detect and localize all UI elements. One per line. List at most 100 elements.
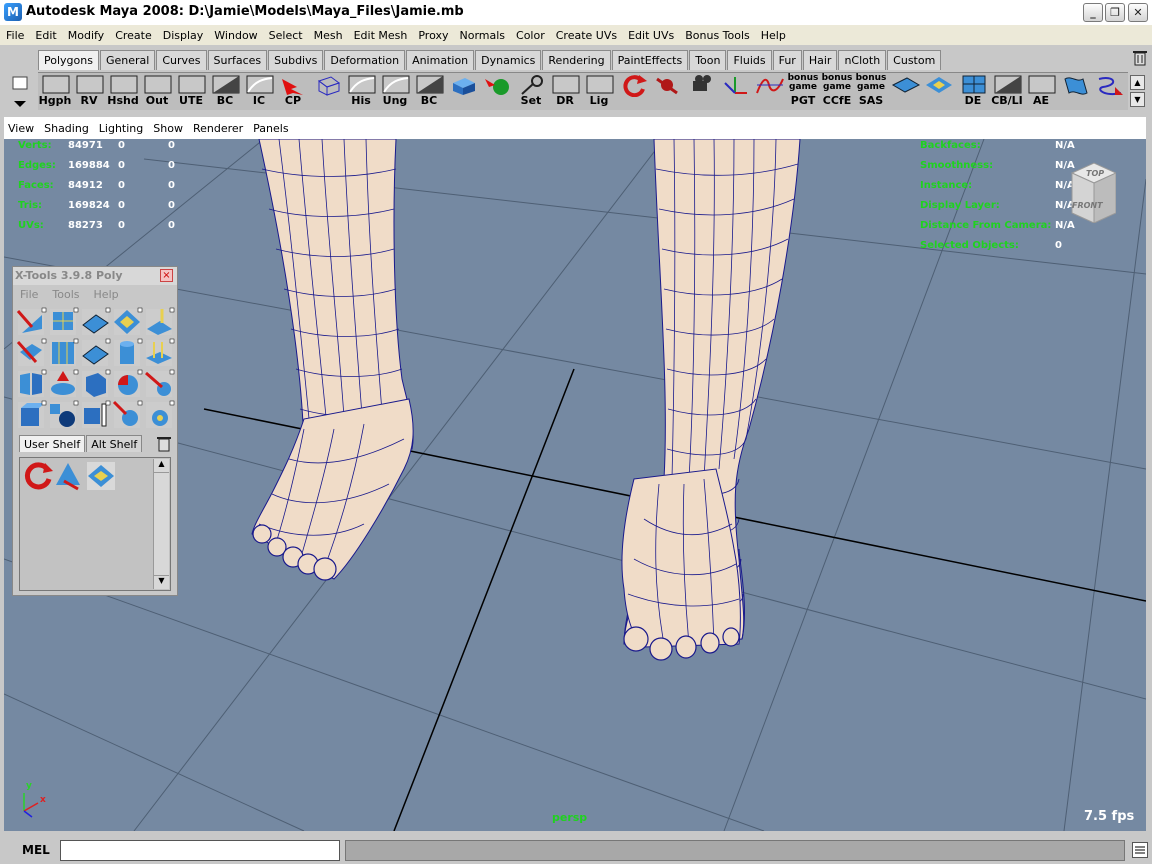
shelf-button-ic[interactable]: IC <box>242 73 276 109</box>
blue-cylinder-icon[interactable] <box>112 338 143 368</box>
menu-normals[interactable]: Normals <box>459 29 505 42</box>
menu-edit[interactable]: Edit <box>35 29 56 42</box>
shelf-tab-toon[interactable]: Toon <box>689 50 727 70</box>
menu-edit-uvs[interactable]: Edit UVs <box>628 29 674 42</box>
menu-window[interactable]: Window <box>214 29 257 42</box>
red-extrude-icon[interactable] <box>48 369 79 399</box>
shelf-button-red-joint[interactable] <box>650 73 684 109</box>
shelf-tab-ncloth[interactable]: nCloth <box>838 50 887 70</box>
blue-sphere-icon[interactable] <box>48 400 79 430</box>
shelf-button-red-rotate[interactable] <box>616 73 650 109</box>
shelf-uv-grid-icon[interactable] <box>86 461 116 491</box>
blue-mirror-icon[interactable] <box>16 369 47 399</box>
menu-create[interactable]: Create <box>115 29 152 42</box>
shelf-tab-painteffects[interactable]: PaintEffects <box>611 50 689 70</box>
xtools-close-button[interactable]: × <box>160 269 173 282</box>
shelf-button-ung[interactable]: Ung <box>378 73 412 109</box>
menu-mesh[interactable]: Mesh <box>314 29 343 42</box>
shelf-button-hshd[interactable]: Hshd <box>106 73 140 109</box>
blue-cube-icon[interactable] <box>16 400 47 430</box>
blue-grid-icon[interactable] <box>48 338 79 368</box>
panel-menu-renderer[interactable]: Renderer <box>193 122 243 135</box>
blue-bevel-icon[interactable] <box>80 369 111 399</box>
menu-edit-mesh[interactable]: Edit Mesh <box>354 29 408 42</box>
shelf-button-rv[interactable]: RV <box>72 73 106 109</box>
menu-bonus-tools[interactable]: Bonus Tools <box>685 29 750 42</box>
panel-menu-shading[interactable]: Shading <box>44 122 89 135</box>
shelf-button-bc[interactable]: BC <box>412 73 446 109</box>
shelf-button-sas[interactable]: bonus game SAS <box>854 73 888 109</box>
shelf-tab-rendering[interactable]: Rendering <box>542 50 611 70</box>
panel-menu-view[interactable]: View <box>8 122 34 135</box>
menu-proxy[interactable]: Proxy <box>418 29 448 42</box>
shelf-tab-fur[interactable]: Fur <box>772 50 802 70</box>
shelf-tab-polygons[interactable]: Polygons <box>38 50 99 70</box>
menu-file[interactable]: File <box>6 29 24 42</box>
shelf-tab-subdivs[interactable]: Subdivs <box>268 50 324 70</box>
shelf-tab-animation[interactable]: Animation <box>406 50 475 70</box>
shelf-button-cbli[interactable]: CB/LI <box>990 73 1024 109</box>
scissors-icon[interactable] <box>144 369 175 399</box>
shelf-button-pgt[interactable]: bonus game PGT <box>786 73 820 109</box>
xtools-shelf-scrollbar[interactable]: ▲ ▼ <box>153 459 169 589</box>
shelf-tab-general[interactable]: General <box>99 50 156 70</box>
shelf-tab-hair[interactable]: Hair <box>802 50 838 70</box>
shelf-button-graph[interactable] <box>752 73 786 109</box>
xtools-tab-user-shelf[interactable]: User Shelf <box>19 435 86 452</box>
multi-tool-icon[interactable] <box>16 307 47 337</box>
shelf-button-blue-cloth[interactable] <box>1058 73 1092 109</box>
shelf-button-lig[interactable]: Lig <box>582 73 616 109</box>
blue-knife-icon[interactable] <box>80 400 111 430</box>
maximize-button[interactable]: ❐ <box>1105 3 1125 22</box>
mel-command-input[interactable] <box>60 840 340 861</box>
uv-grid-icon[interactable] <box>112 307 143 337</box>
script-editor-icon[interactable] <box>1132 842 1148 858</box>
panel-menu-lighting[interactable]: Lighting <box>99 122 143 135</box>
shelf-tab-custom[interactable]: Custom <box>887 50 942 70</box>
menu-color[interactable]: Color <box>516 29 545 42</box>
shelf-button-blue-cube[interactable] <box>446 73 480 109</box>
menu-display[interactable]: Display <box>163 29 204 42</box>
shelf-button-hgph[interactable]: Hgph <box>38 73 72 109</box>
shelf-tab-dynamics[interactable]: Dynamics <box>475 50 542 70</box>
uv-select-icon[interactable] <box>48 307 79 337</box>
red-cut-icon[interactable] <box>16 338 47 368</box>
shelf-button-cp[interactable]: CP <box>276 73 310 109</box>
minimize-button[interactable]: _ <box>1083 3 1103 22</box>
xtools-window[interactable]: X-Tools 3.9.8 Poly × File Tools Help User … <box>12 266 178 596</box>
blue-pins-icon[interactable] <box>144 338 175 368</box>
view-cube[interactable]: TOP FRONT <box>1064 159 1118 224</box>
shelf-button-nv-arrows[interactable] <box>718 73 752 109</box>
menu-select[interactable]: Select <box>269 29 303 42</box>
shelf-rotate-icon[interactable] <box>23 461 53 491</box>
shelf-button-dr[interactable]: DR <box>548 73 582 109</box>
shelf-button-ccfe[interactable]: bonus game CCfE <box>820 73 854 109</box>
shelf-tab-deformation[interactable]: Deformation <box>324 50 406 70</box>
split-icon[interactable] <box>144 307 175 337</box>
shelf-tab-curves[interactable]: Curves <box>156 50 207 70</box>
shelf-button-his[interactable]: His <box>344 73 378 109</box>
shelf-tab-fluids[interactable]: Fluids <box>727 50 772 70</box>
red-sphere-icon[interactable] <box>112 369 143 399</box>
shelf-scroll-up-button[interactable]: ▲ <box>1130 75 1145 90</box>
shelf-button-out[interactable]: Out <box>140 73 174 109</box>
shelf-cone-icon[interactable] <box>54 461 84 491</box>
shelf-scroll-down-button[interactable]: ▼ <box>1130 92 1145 107</box>
blue-plane-icon[interactable] <box>80 338 111 368</box>
blue-plane-icon[interactable] <box>80 307 111 337</box>
shelf-button-camera[interactable] <box>684 73 718 109</box>
shelf-button-sphere-arrow[interactable] <box>480 73 514 109</box>
shelf-button-uv-grid[interactable] <box>922 73 956 109</box>
red-merge-icon[interactable] <box>112 400 143 430</box>
shelf-button-set[interactable]: Set <box>514 73 548 109</box>
shelf-button-select-curve[interactable] <box>1092 73 1126 109</box>
xtools-tab-alt-shelf[interactable]: Alt Shelf <box>86 435 143 452</box>
menu-help[interactable]: Help <box>761 29 786 42</box>
shelf-button-ute[interactable]: UTE <box>174 73 208 109</box>
xtools-menu-help[interactable]: Help <box>94 288 119 303</box>
xtools-menu-file[interactable]: File <box>20 288 38 303</box>
shelf-button-de[interactable]: DE <box>956 73 990 109</box>
shelf-button-blue-plane[interactable] <box>888 73 922 109</box>
menu-create-uvs[interactable]: Create UVs <box>556 29 617 42</box>
shelf-menu-button[interactable] <box>8 75 34 111</box>
